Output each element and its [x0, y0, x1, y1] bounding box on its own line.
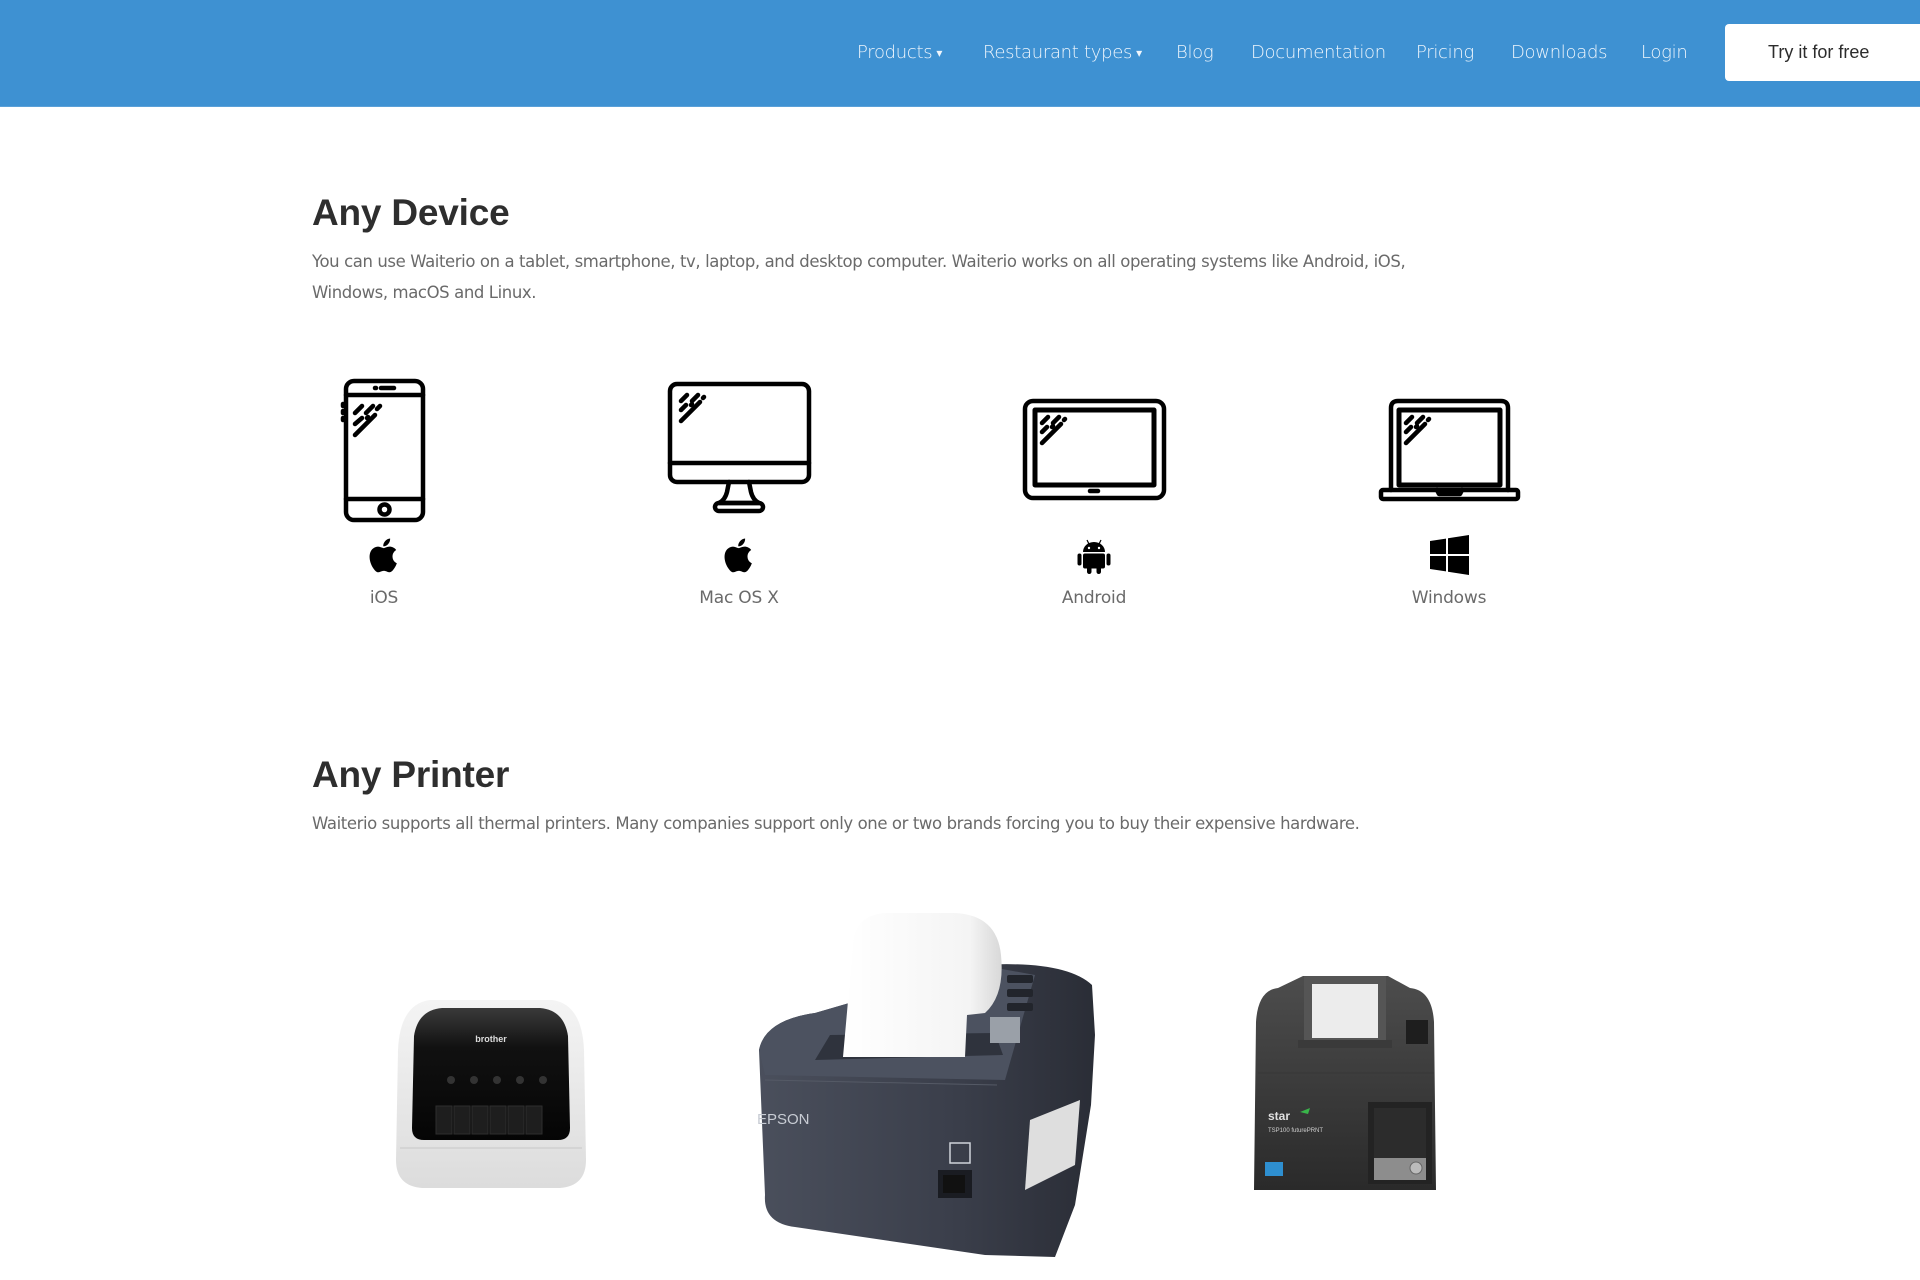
nav-pricing[interactable]: Pricing	[1416, 40, 1474, 66]
any-printer-heading: Any Printer	[312, 754, 510, 795]
star-brand-text: star	[1268, 1109, 1290, 1123]
nav-downloads[interactable]: Downloads	[1511, 40, 1607, 66]
device-ios: iOS	[274, 370, 494, 620]
any-device-description: You can use Waiterio on a tablet, smartp…	[312, 252, 1406, 302]
star-receipt-printer-image: star TSP100 futurePRNT	[1254, 976, 1436, 1190]
epson-brand-text: EPSON	[757, 1111, 810, 1128]
device-macos: Mac OS X	[629, 370, 849, 620]
main-nav: Products ▾ Restaurant types ▾ Blog Documen…	[0, 0, 1920, 106]
nav-label: Products	[857, 42, 933, 63]
star-model-text: TSP100 futurePRNT	[1268, 1128, 1323, 1134]
tablet-icon	[1022, 398, 1167, 501]
top-navbar: Products ▾ Restaurant types ▾ Blog Documen…	[0, 0, 1920, 107]
smartphone-icon	[340, 378, 426, 523]
brother-brand-text: brother	[475, 1034, 507, 1044]
desktop-monitor-icon	[667, 381, 812, 514]
device-android: Android	[984, 370, 1204, 620]
nav-label: Restaurant types	[983, 42, 1133, 63]
any-device-heading: Any Device	[312, 192, 510, 233]
brother-label-printer-image: brother	[396, 1000, 586, 1188]
os-label: Windows	[1411, 588, 1487, 608]
android-icon	[1077, 539, 1111, 574]
nav-login[interactable]: Login	[1641, 40, 1688, 66]
any-printer-description: Waiterio supports all thermal printers. …	[312, 814, 1360, 833]
nav-documentation[interactable]: Documentation	[1251, 40, 1386, 66]
laptop-icon	[1378, 398, 1521, 502]
caret-down-icon: ▾	[936, 46, 943, 60]
try-it-for-free-button[interactable]: Try it for free	[1725, 24, 1920, 81]
nav-products[interactable]: Products ▾	[857, 40, 942, 66]
apple-icon	[724, 538, 752, 573]
os-label: iOS	[369, 588, 399, 608]
nav-blog[interactable]: Blog	[1176, 40, 1214, 66]
epson-receipt-printer-image: EPSON	[757, 913, 1095, 1257]
windows-icon	[1430, 535, 1469, 575]
apple-icon	[369, 538, 397, 573]
os-label: Android	[1061, 588, 1127, 608]
caret-down-icon: ▾	[1136, 46, 1142, 60]
nav-restaurant-types[interactable]: Restaurant types ▾	[983, 40, 1142, 66]
device-windows: Windows	[1339, 370, 1559, 620]
os-label: Mac OS X	[699, 588, 779, 608]
